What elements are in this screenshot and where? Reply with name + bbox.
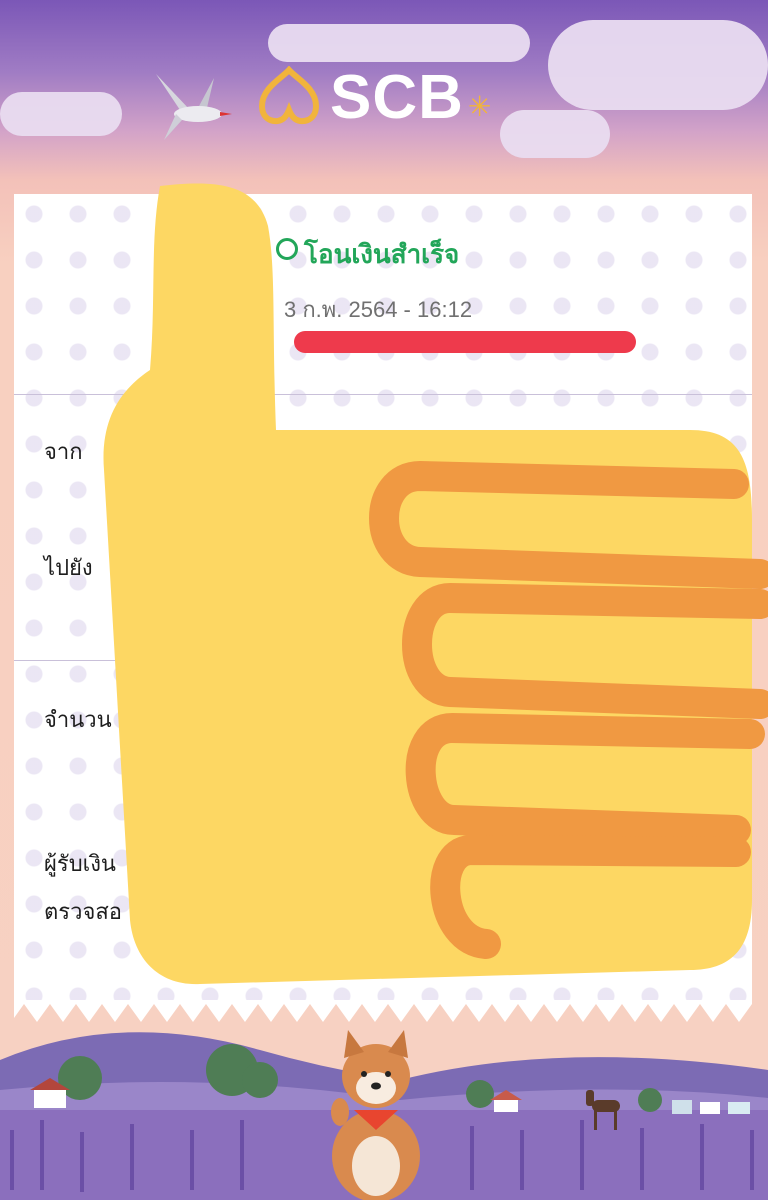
thumbs-up-sticker-icon — [103, 183, 768, 985]
